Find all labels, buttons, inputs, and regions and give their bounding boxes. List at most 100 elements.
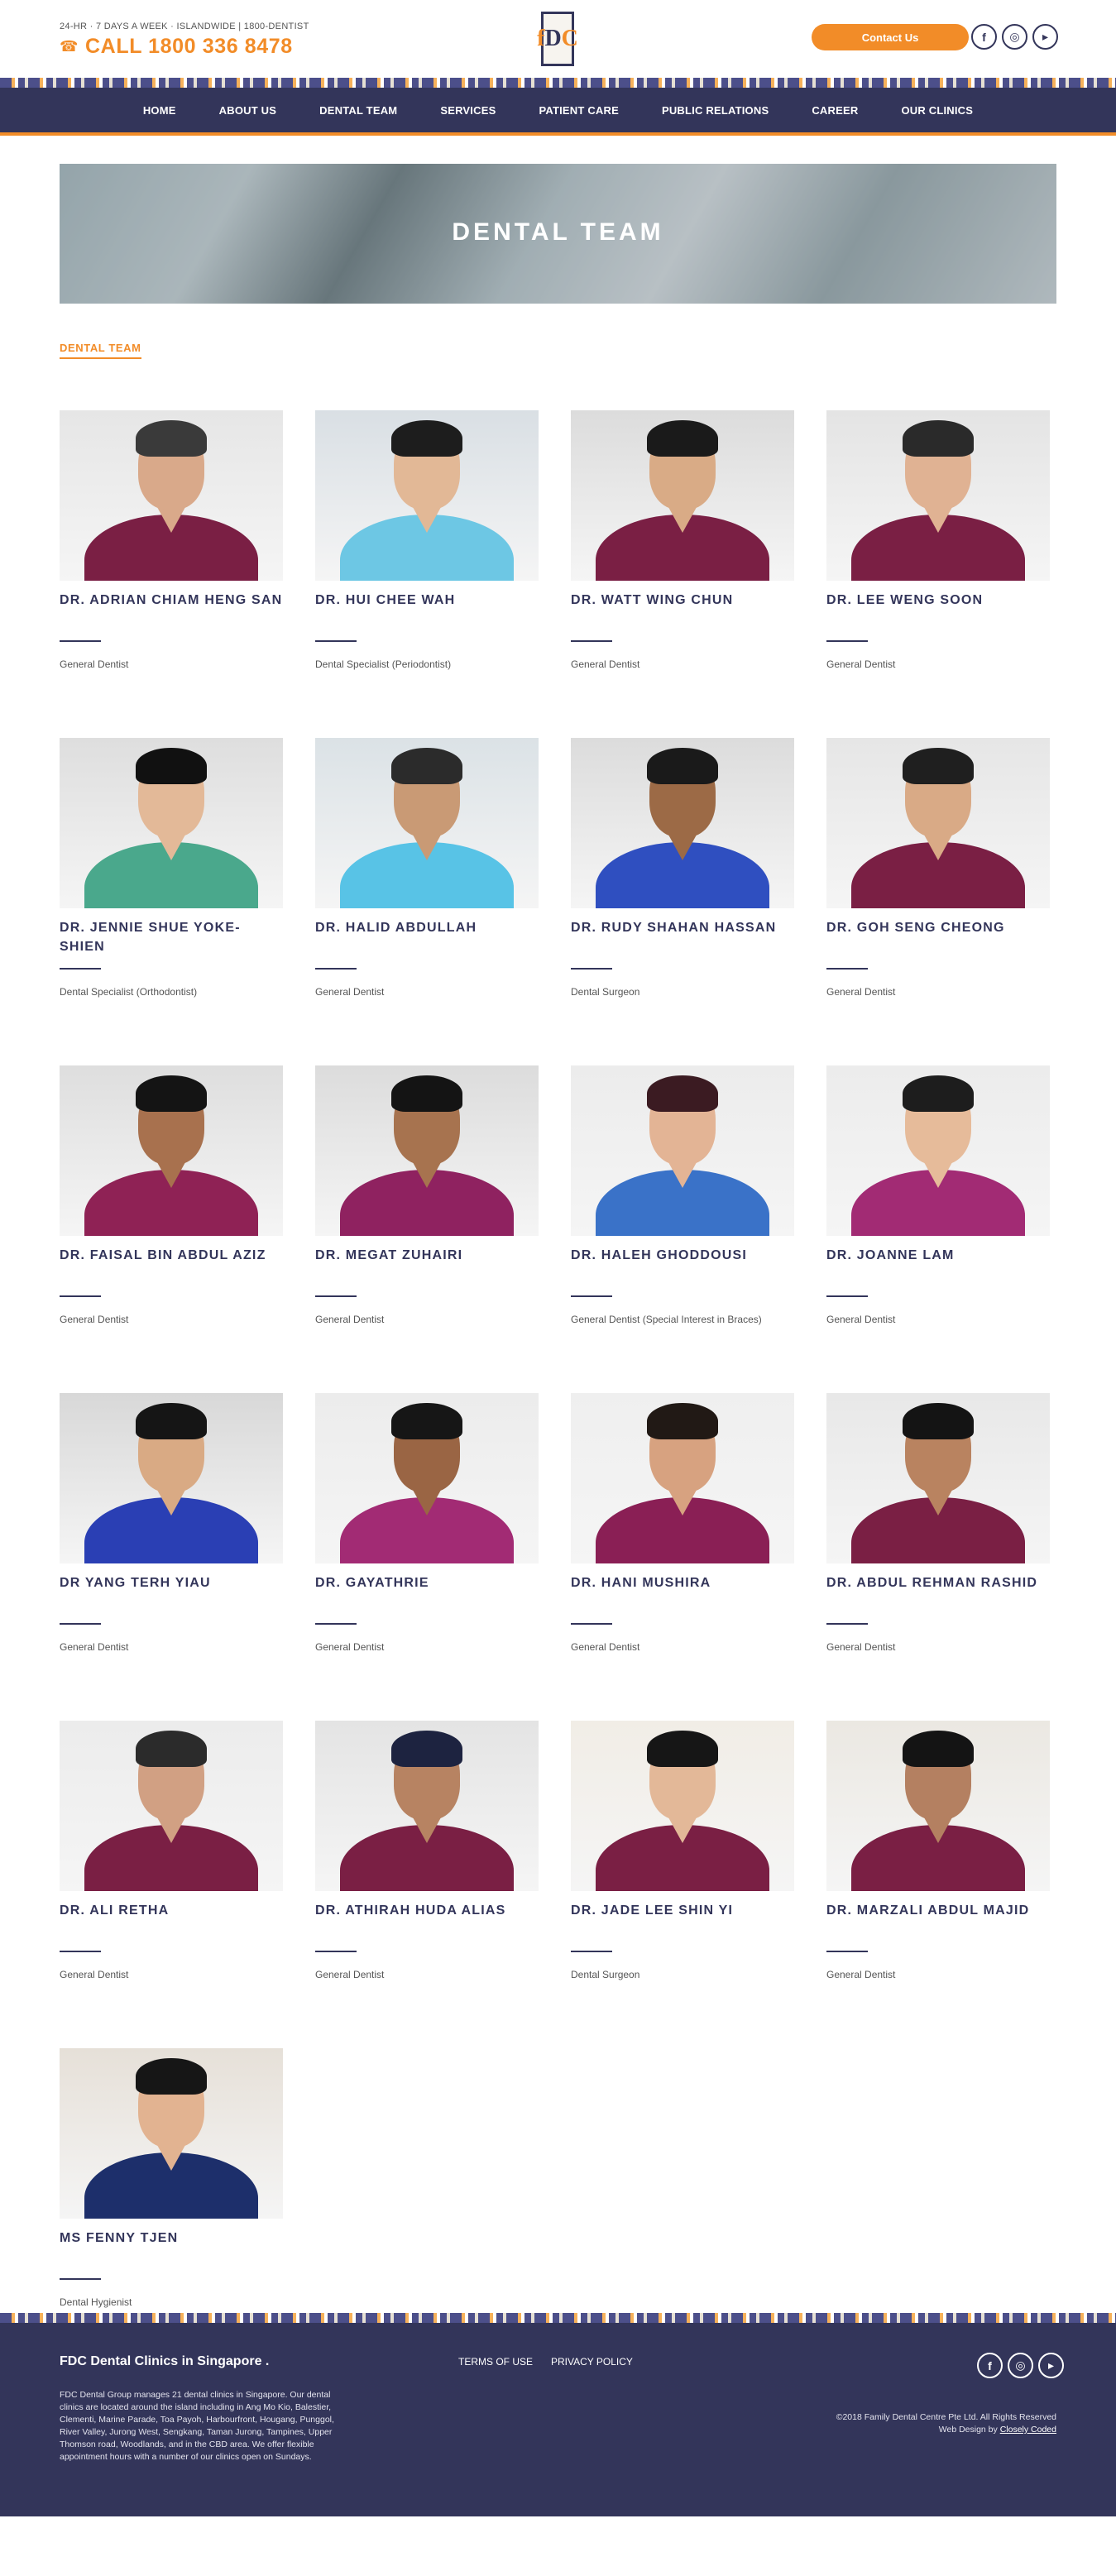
- copyright-text: ©2018 Family Dental Centre Pte Ltd. All …: [836, 2412, 1056, 2422]
- team-member-name[interactable]: DR. HANI MUSHIRA: [571, 1573, 794, 1592]
- team-member-photo[interactable]: [60, 2048, 283, 2219]
- team-member-photo[interactable]: [571, 738, 794, 908]
- nav-item-about-us[interactable]: ABOUT US: [201, 104, 295, 117]
- team-member-name[interactable]: DR. LEE WENG SOON: [826, 591, 1050, 610]
- youtube-icon[interactable]: ▸: [1038, 2353, 1064, 2378]
- team-member-card[interactable]: DR. ATHIRAH HUDA ALIAS General Dentist: [315, 1721, 539, 1980]
- instagram-icon[interactable]: ◎: [1008, 2353, 1033, 2378]
- team-member-name[interactable]: DR. ABDUL REHMAN RASHID: [826, 1573, 1050, 1592]
- team-member-photo[interactable]: [315, 1721, 539, 1891]
- nav-item-services[interactable]: SERVICES: [422, 104, 514, 117]
- team-member-name[interactable]: DR. ADRIAN CHIAM HENG SAN: [60, 591, 283, 610]
- nav-item-home[interactable]: HOME: [125, 104, 194, 117]
- youtube-icon[interactable]: ▸: [1032, 24, 1058, 50]
- nav-item-public-relations[interactable]: PUBLIC RELATIONS: [644, 104, 787, 117]
- team-member-role: General Dentist: [60, 1314, 129, 1325]
- team-member-card[interactable]: DR. FAISAL BIN ABDUL AZIZ General Dentist: [60, 1065, 283, 1325]
- team-member-photo[interactable]: [60, 1721, 283, 1891]
- credit-link[interactable]: Closely Coded: [1000, 2425, 1056, 2435]
- team-member-name[interactable]: DR. JADE LEE SHIN YI: [571, 1901, 794, 1920]
- team-member-card[interactable]: DR. ABDUL REHMAN RASHID General Dentist: [826, 1393, 1050, 1653]
- team-member-name[interactable]: DR. GOH SENG CHEONG: [826, 918, 1050, 937]
- facebook-icon[interactable]: f: [971, 24, 997, 50]
- team-member-photo[interactable]: [826, 410, 1050, 581]
- hero-title: DENTAL TEAM: [452, 218, 664, 246]
- team-member-photo[interactable]: [60, 1393, 283, 1563]
- privacy-policy-link[interactable]: PRIVACY POLICY: [551, 2356, 633, 2368]
- team-member-card[interactable]: DR. MARZALI ABDUL MAJID General Dentist: [826, 1721, 1050, 1980]
- team-member-role: General Dentist: [571, 658, 640, 670]
- team-member-photo[interactable]: [826, 1393, 1050, 1563]
- team-member-photo[interactable]: [826, 1065, 1050, 1236]
- team-member-photo[interactable]: [60, 1065, 283, 1236]
- team-member-card[interactable]: DR. HUI CHEE WAH Dental Specialist (Perio…: [315, 410, 539, 670]
- team-member-name[interactable]: DR. ALI RETHA: [60, 1901, 283, 1920]
- team-member-photo[interactable]: [826, 738, 1050, 908]
- decorative-pattern-band: [0, 78, 1116, 88]
- team-member-name[interactable]: DR. FAISAL BIN ABDUL AZIZ: [60, 1246, 283, 1265]
- nav-item-dental-team[interactable]: DENTAL TEAM: [301, 104, 415, 117]
- team-member-name[interactable]: DR. HUI CHEE WAH: [315, 591, 539, 610]
- name-divider: [826, 640, 868, 642]
- team-member-card[interactable]: DR. GAYATHRIE General Dentist: [315, 1393, 539, 1653]
- team-member-name[interactable]: DR. JENNIE SHUE YOKE-SHIEN: [60, 918, 283, 956]
- team-member-name[interactable]: DR. ATHIRAH HUDA ALIAS: [315, 1901, 539, 1920]
- team-member-name[interactable]: DR. JOANNE LAM: [826, 1246, 1050, 1265]
- team-member-photo[interactable]: [315, 410, 539, 581]
- team-member-role: General Dentist: [315, 1969, 385, 1980]
- nav-item-career[interactable]: CAREER: [793, 104, 876, 117]
- facebook-icon[interactable]: f: [977, 2353, 1003, 2378]
- site-logo[interactable]: fDC: [537, 12, 578, 66]
- team-member-name[interactable]: DR. MEGAT ZUHAIRI: [315, 1246, 539, 1265]
- team-member-photo[interactable]: [571, 410, 794, 581]
- nav-item-patient-care[interactable]: PATIENT CARE: [520, 104, 637, 117]
- header-phone[interactable]: ☎ CALL 1800 336 8478: [60, 35, 293, 59]
- terms-of-use-link[interactable]: TERMS OF USE: [458, 2356, 533, 2368]
- team-member-photo[interactable]: [60, 738, 283, 908]
- hair-shape: [391, 748, 462, 784]
- team-member-photo[interactable]: [315, 738, 539, 908]
- team-member-card[interactable]: MS FENNY TJEN Dental Hygienist: [60, 2048, 283, 2308]
- instagram-icon[interactable]: ◎: [1002, 24, 1027, 50]
- nav-item-our-clinics[interactable]: OUR CLINICS: [883, 104, 991, 117]
- team-member-role: Dental Specialist (Orthodontist): [60, 986, 198, 998]
- team-member-photo[interactable]: [571, 1393, 794, 1563]
- team-member-card[interactable]: DR. HALID ABDULLAH General Dentist: [315, 738, 539, 998]
- team-member-card[interactable]: DR. JOANNE LAM General Dentist: [826, 1065, 1050, 1325]
- team-member-name[interactable]: DR. WATT WING CHUN: [571, 591, 794, 610]
- team-member-photo[interactable]: [826, 1721, 1050, 1891]
- team-member-role: General Dentist: [60, 1641, 129, 1653]
- team-member-card[interactable]: DR. HANI MUSHIRA General Dentist: [571, 1393, 794, 1653]
- team-member-photo[interactable]: [571, 1065, 794, 1236]
- name-divider: [315, 1295, 357, 1297]
- team-member-card[interactable]: DR. ALI RETHA General Dentist: [60, 1721, 283, 1980]
- team-member-name[interactable]: MS FENNY TJEN: [60, 2229, 283, 2248]
- header-tagline: 24-HR · 7 DAYS A WEEK · ISLANDWIDE | 180…: [60, 22, 309, 31]
- team-member-name[interactable]: DR. RUDY SHAHAN HASSAN: [571, 918, 794, 937]
- team-member-photo[interactable]: [315, 1065, 539, 1236]
- hair-shape: [903, 748, 974, 784]
- team-member-name[interactable]: DR. MARZALI ABDUL MAJID: [826, 1901, 1050, 1920]
- team-member-card[interactable]: DR. MEGAT ZUHAIRI General Dentist: [315, 1065, 539, 1325]
- team-member-card[interactable]: DR. HALEH GHODDOUSI General Dentist (Spec…: [571, 1065, 794, 1325]
- name-divider: [826, 1295, 868, 1297]
- name-divider: [60, 1295, 101, 1297]
- team-member-name[interactable]: DR YANG TERH YIAU: [60, 1573, 283, 1592]
- team-member-name[interactable]: DR. HALID ABDULLAH: [315, 918, 539, 937]
- team-member-card[interactable]: DR. JENNIE SHUE YOKE-SHIEN Dental Special…: [60, 738, 283, 998]
- team-member-card[interactable]: DR YANG TERH YIAU General Dentist: [60, 1393, 283, 1653]
- team-member-photo[interactable]: [571, 1721, 794, 1891]
- hair-shape: [391, 1403, 462, 1439]
- team-member-name[interactable]: DR. GAYATHRIE: [315, 1573, 539, 1592]
- team-member-name[interactable]: DR. HALEH GHODDOUSI: [571, 1246, 794, 1265]
- contact-us-button[interactable]: Contact Us: [812, 24, 969, 50]
- team-member-card[interactable]: DR. WATT WING CHUN General Dentist: [571, 410, 794, 670]
- team-member-card[interactable]: DR. RUDY SHAHAN HASSAN Dental Surgeon: [571, 738, 794, 998]
- team-member-card[interactable]: DR. JADE LEE SHIN YI Dental Surgeon: [571, 1721, 794, 1980]
- team-member-card[interactable]: DR. GOH SENG CHEONG General Dentist: [826, 738, 1050, 998]
- team-member-photo[interactable]: [60, 410, 283, 581]
- team-member-card[interactable]: DR. ADRIAN CHIAM HENG SAN General Dentist: [60, 410, 283, 670]
- phone-number[interactable]: CALL 1800 336 8478: [85, 35, 293, 59]
- team-member-card[interactable]: DR. LEE WENG SOON General Dentist: [826, 410, 1050, 670]
- team-member-photo[interactable]: [315, 1393, 539, 1563]
